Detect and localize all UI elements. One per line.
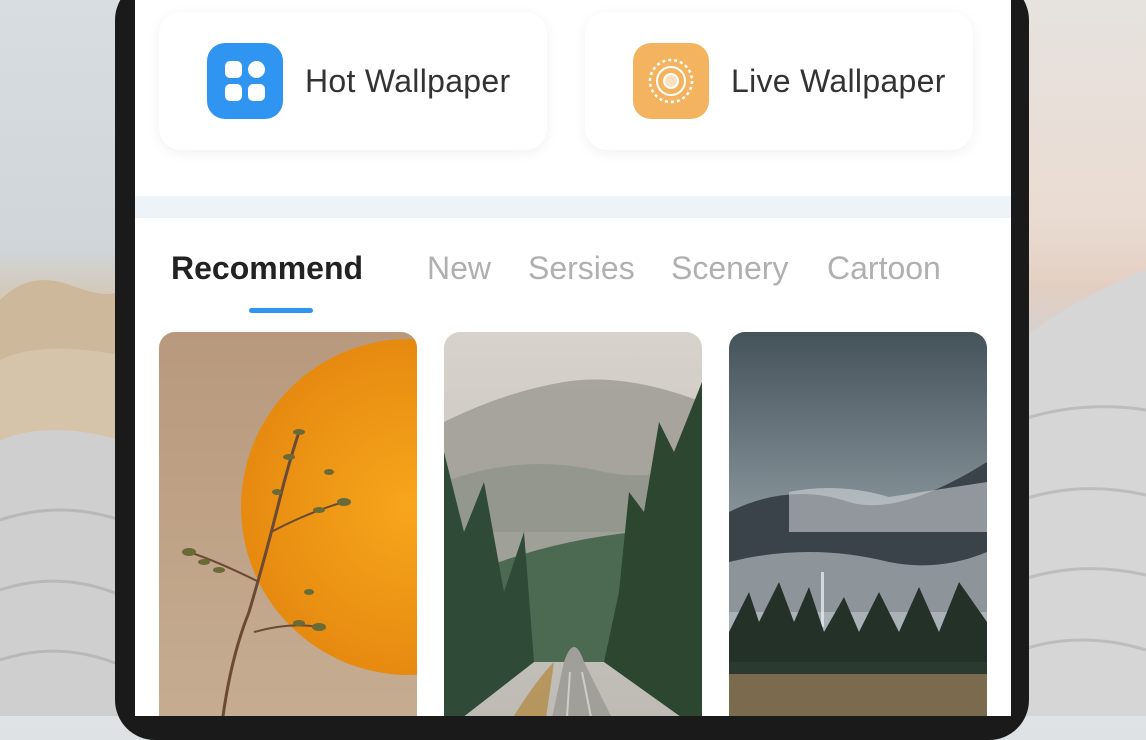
tab-sersies[interactable]: Sersies (528, 250, 635, 287)
hot-wallpaper-label: Hot Wallpaper (305, 62, 511, 99)
active-tab-indicator (249, 308, 313, 313)
tab-cartoon[interactable]: Cartoon (827, 250, 941, 287)
live-wallpaper-button[interactable]: Live Wallpaper (585, 12, 973, 150)
wallpaper-thumb-foggy-mountains[interactable] (729, 332, 987, 716)
sun-ring-icon (633, 43, 709, 119)
wallpaper-thumb-orange-moon[interactable] (159, 332, 417, 716)
tab-scenery[interactable]: Scenery (671, 250, 788, 287)
hot-wallpaper-button[interactable]: Hot Wallpaper (159, 12, 547, 150)
app-screen: Hot Wallpaper Live Wallpaper Recommend N… (135, 0, 1011, 716)
grid-apps-icon (207, 43, 283, 119)
background-scenery-right (1021, 0, 1146, 716)
tab-new[interactable]: New (427, 250, 491, 287)
background-scenery-left (0, 0, 120, 716)
tab-recommend[interactable]: Recommend (171, 250, 363, 287)
section-divider (135, 196, 1011, 218)
category-tabs: Recommend New Sersies Scenery Cartoon (171, 250, 991, 313)
live-wallpaper-label: Live Wallpaper (731, 62, 946, 99)
wallpaper-thumb-misty-forest[interactable] (444, 332, 702, 716)
